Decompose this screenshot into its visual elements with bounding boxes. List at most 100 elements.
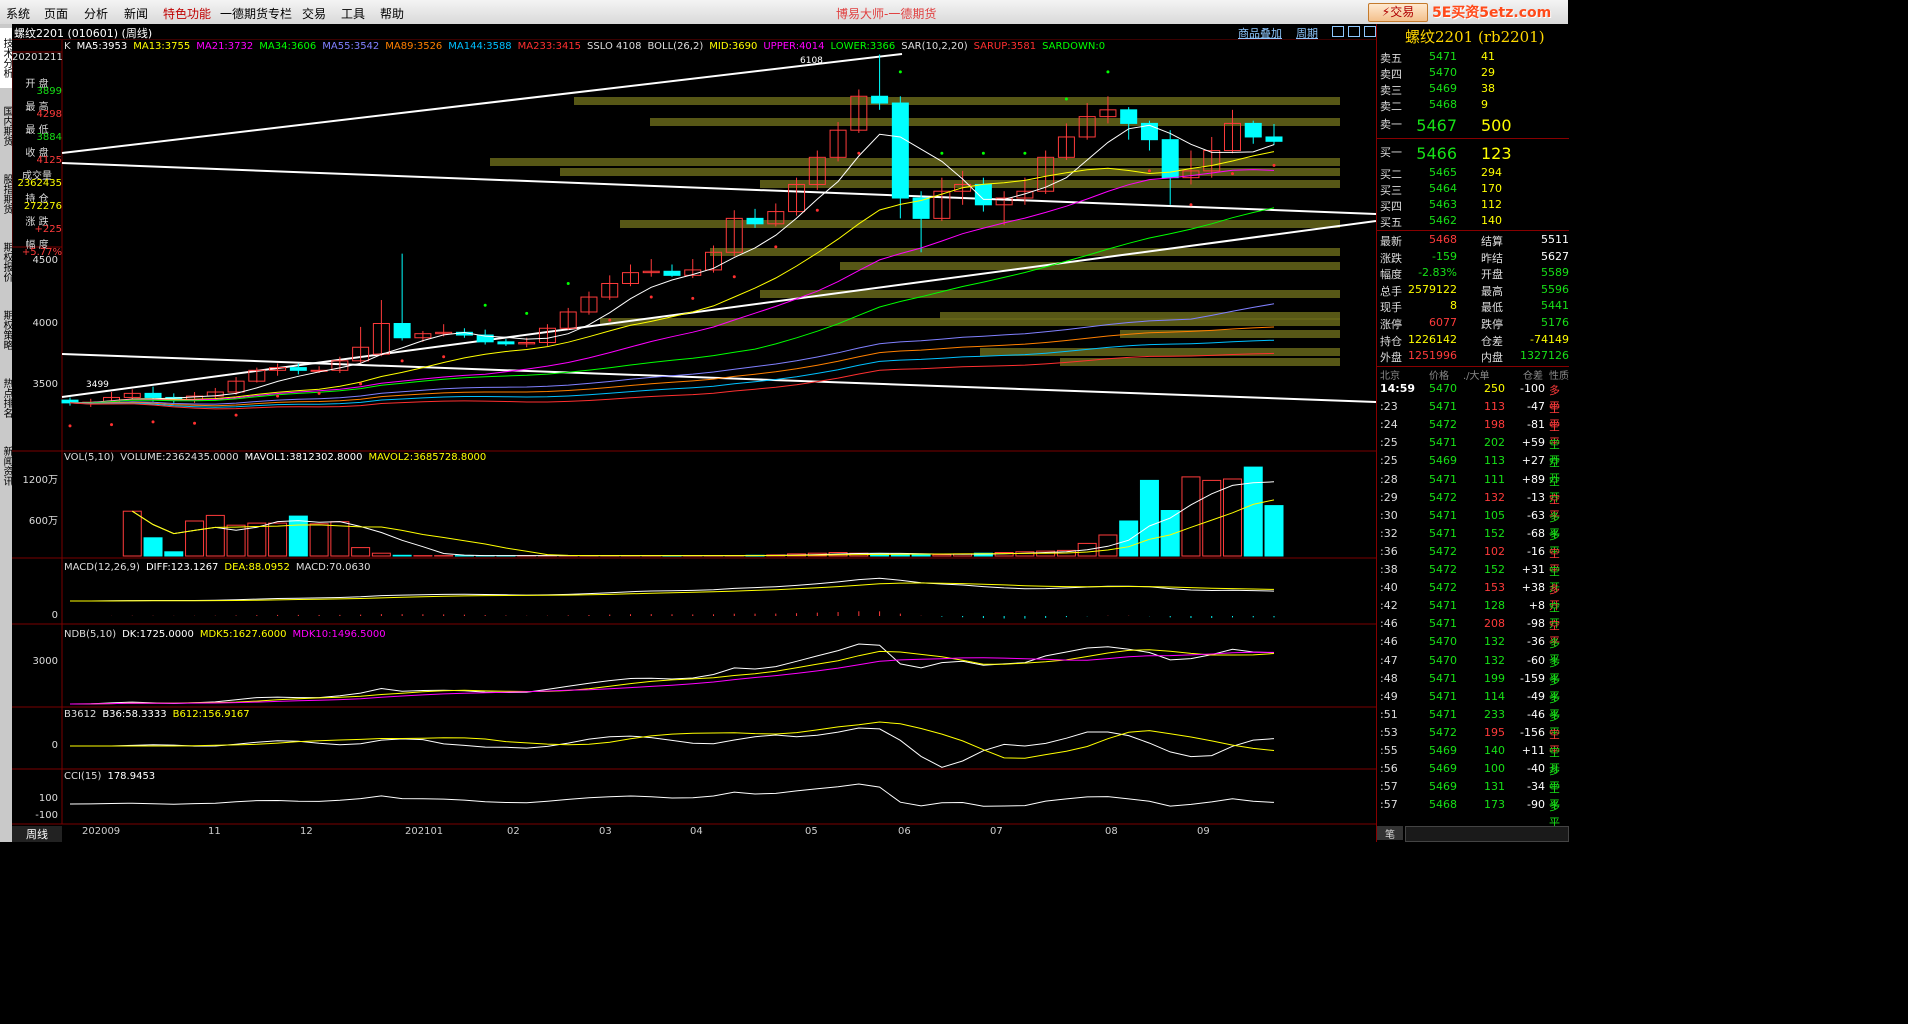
tick-row[interactable]: :29 5472 132 -13 空平 bbox=[1377, 491, 1569, 522]
bid-row[interactable]: 买一 5466 123 bbox=[1377, 144, 1569, 163]
menu-news[interactable]: 新闻 bbox=[124, 5, 148, 22]
menu-tools[interactable]: 工具 bbox=[341, 5, 365, 22]
tick-row[interactable]: :40 5472 153 +38 多开 bbox=[1377, 581, 1569, 612]
tick-volume: 250 bbox=[1484, 382, 1505, 395]
bid-row[interactable]: 买五 5462 140 bbox=[1377, 214, 1569, 230]
tick-volume: 128 bbox=[1484, 599, 1505, 613]
legend-item: BOLL(26,2) bbox=[647, 41, 704, 52]
legend-item: MDK5:1627.6000 bbox=[199, 629, 287, 640]
tick-row[interactable]: :57 5469 131 -34 空平 bbox=[1377, 780, 1569, 811]
quote-title: 螺纹2201 (rb2201) bbox=[1377, 26, 1569, 46]
menu-trade[interactable]: 交易 bbox=[302, 5, 326, 22]
tick-volume: 113 bbox=[1484, 454, 1505, 468]
tick-row[interactable]: :42 5471 128 +8 空开 bbox=[1377, 599, 1569, 630]
tick-row[interactable]: :38 5472 152 +31 空开 bbox=[1377, 563, 1569, 594]
tick-tab[interactable]: 笔 bbox=[1377, 826, 1403, 841]
low-price-annotation: 3499 bbox=[86, 380, 109, 390]
tick-row[interactable]: :53 5472 195 -156 空平 bbox=[1377, 726, 1569, 757]
volume-bar bbox=[1098, 534, 1118, 557]
x-axis-label: 08 bbox=[1105, 826, 1118, 837]
volume-bar bbox=[932, 554, 952, 557]
tick-row[interactable]: :47 5470 132 -60 多平 bbox=[1377, 653, 1569, 685]
tick-row[interactable]: :28 5471 111 +89 空开 bbox=[1377, 472, 1569, 504]
stat-value: -74149 bbox=[1530, 332, 1569, 346]
ask-label: 卖二 bbox=[1380, 100, 1402, 113]
overlay-link[interactable]: 商品叠加 bbox=[1238, 25, 1282, 41]
grid-icon[interactable] bbox=[1332, 26, 1344, 37]
tick-oi-change: -60 bbox=[1527, 653, 1545, 667]
ask-price: 5469 bbox=[1429, 82, 1457, 95]
tick-row[interactable]: :56 5469 100 -40 多平 bbox=[1377, 762, 1569, 793]
tick-price: 5468 bbox=[1429, 798, 1457, 812]
trade-button[interactable]: ⚡交易 bbox=[1368, 3, 1428, 22]
menu-column[interactable]: 一德期货专栏 bbox=[220, 5, 292, 22]
tab-options-quotes[interactable]: 期权报价 bbox=[0, 232, 12, 292]
bid-price: 5466 bbox=[1416, 144, 1457, 163]
stat-label: 昨结 bbox=[1481, 251, 1503, 265]
ask-row[interactable]: 卖五 5471 41 bbox=[1377, 50, 1569, 66]
tab-technical[interactable]: 技术分析 bbox=[0, 28, 12, 88]
ask-row[interactable]: 卖一 5467 500 bbox=[1377, 116, 1569, 135]
bid-row[interactable]: 买二 5465 294 bbox=[1377, 166, 1569, 182]
tick-row[interactable]: :23 5471 113 -47 空平 bbox=[1377, 400, 1569, 431]
menu-system[interactable]: 系统 bbox=[6, 5, 30, 22]
tick-row[interactable]: :25 5471 202 +59 空开 bbox=[1377, 436, 1569, 467]
ask-row[interactable]: 卖四 5470 29 bbox=[1377, 66, 1569, 82]
period-link[interactable]: 周期 bbox=[1296, 25, 1318, 41]
high-price-annotation: 6108 bbox=[800, 56, 823, 66]
tick-oi-change: +59 bbox=[1521, 436, 1545, 450]
tick-row[interactable]: :46 5471 208 -98 空平 bbox=[1377, 617, 1569, 648]
sar-dot bbox=[151, 420, 155, 424]
tick-row[interactable]: :36 5472 102 -16 空平 bbox=[1377, 544, 1569, 576]
sar-dot bbox=[525, 311, 529, 315]
bid-price: 5465 bbox=[1429, 166, 1457, 179]
tick-row[interactable]: :48 5471 199 -159 多平 bbox=[1377, 671, 1569, 703]
tick-time: :23 bbox=[1380, 400, 1398, 414]
tab-options-strategy[interactable]: 期权策略 bbox=[0, 300, 12, 360]
ask-volume: 9 bbox=[1481, 98, 1488, 111]
menu-features[interactable]: 特色功能 bbox=[163, 5, 211, 22]
tick-oi-change: -16 bbox=[1527, 544, 1545, 558]
stat-label: 最高 bbox=[1481, 284, 1503, 298]
tick-scrollbar[interactable] bbox=[1405, 826, 1569, 842]
tick-oi-change: +89 bbox=[1521, 472, 1545, 486]
sar-dot bbox=[1064, 97, 1068, 101]
tick-row[interactable]: :25 5469 113 +27 空开 bbox=[1377, 454, 1569, 485]
moving-average-line bbox=[70, 207, 1275, 404]
tick-row[interactable]: :32 5471 152 -68 多平 bbox=[1377, 527, 1569, 558]
ndb-indicator-legend: NDB(5,10) DK:1725.0000 MDK5:1627.6000 MDK10… bbox=[64, 629, 392, 640]
tick-row[interactable]: :51 5471 233 -46 多平 bbox=[1377, 708, 1569, 739]
tick-volume: 140 bbox=[1484, 744, 1505, 757]
x-axis-label: 09 bbox=[1197, 826, 1210, 837]
ask-row[interactable]: 卖二 5468 9 bbox=[1377, 98, 1569, 114]
tick-row[interactable]: :30 5471 105 -63 多平 bbox=[1377, 509, 1569, 540]
sar-dot bbox=[234, 413, 238, 417]
period-tab-weekly[interactable]: 周线 bbox=[12, 826, 62, 842]
tick-volume: 152 bbox=[1484, 563, 1505, 576]
tab-news[interactable]: 新闻资讯 bbox=[0, 436, 12, 496]
tick-time: :28 bbox=[1380, 472, 1398, 486]
tick-row[interactable]: :49 5471 114 -49 多平 bbox=[1377, 690, 1569, 721]
layout-icon[interactable] bbox=[1348, 26, 1360, 37]
tick-row[interactable]: 14:59 5470 250 -100 多平 bbox=[1377, 382, 1569, 413]
tab-index-futures[interactable]: 股指期货 bbox=[0, 164, 12, 224]
volume-bar bbox=[911, 554, 931, 557]
tick-oi-change: -98 bbox=[1527, 617, 1545, 631]
legend-item: K bbox=[64, 41, 71, 52]
tick-row[interactable]: :24 5472 198 -81 空平 bbox=[1377, 418, 1569, 449]
tick-price: 5471 bbox=[1429, 400, 1457, 414]
tab-domestic-futures[interactable]: 国内期货 bbox=[0, 96, 12, 156]
menu-help[interactable]: 帮助 bbox=[380, 5, 404, 22]
tick-row[interactable]: :46 5470 132 -36 多平 bbox=[1377, 635, 1569, 666]
tick-volume: 199 bbox=[1484, 671, 1505, 685]
bid-row[interactable]: 买三 5464 170 bbox=[1377, 182, 1569, 198]
bid-row[interactable]: 买四 5463 112 bbox=[1377, 198, 1569, 214]
cci-axis-label: -100 bbox=[35, 810, 58, 821]
tab-hot-ranking[interactable]: 热点排名 bbox=[0, 368, 12, 428]
tick-row[interactable]: :55 5469 140 +11 空开 bbox=[1377, 744, 1569, 775]
menu-analysis[interactable]: 分析 bbox=[84, 5, 108, 22]
ask-row[interactable]: 卖三 5469 38 bbox=[1377, 82, 1569, 98]
tick-row[interactable]: :57 5468 173 -90 多平 bbox=[1377, 798, 1569, 829]
menu-page[interactable]: 页面 bbox=[44, 5, 68, 22]
window-icon[interactable] bbox=[1364, 26, 1376, 37]
